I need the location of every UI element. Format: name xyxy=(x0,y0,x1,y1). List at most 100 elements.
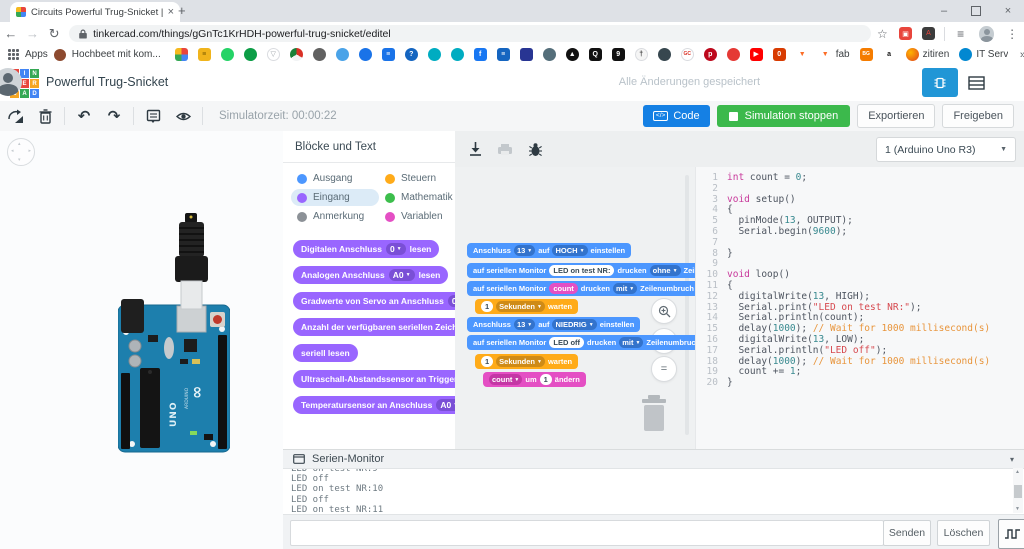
palette-block[interactable]: seriell lesen xyxy=(293,344,358,362)
circuit-view-button[interactable] xyxy=(922,68,958,97)
block-trash-dropzone[interactable] xyxy=(639,395,669,431)
serial-output[interactable]: LED on test NR:9 LED off LED on test NR:10… xyxy=(283,468,1024,515)
block-value-input[interactable]: 1 xyxy=(481,301,494,312)
block-dropdown[interactable]: Sekunden ▼ xyxy=(496,356,545,367)
apps-label[interactable]: Apps xyxy=(25,49,48,60)
code-block[interactable]: 1 Sekunden ▼ warten xyxy=(475,299,579,314)
bookmark-favicon[interactable]: 9 xyxy=(611,48,625,61)
omnibox[interactable]: tinkercad.com/things/gGnTc1KrHDH-powerfu… xyxy=(69,25,871,42)
palette-category-steuern[interactable]: Steuern xyxy=(379,170,455,187)
palette-category-mathematik[interactable]: Mathematik xyxy=(379,189,455,206)
block-value-input[interactable]: 1 xyxy=(481,356,494,367)
scroll-up-icon[interactable]: ▲ xyxy=(1015,469,1020,475)
stop-simulation-button[interactable]: Simulation stoppen xyxy=(716,105,851,127)
palette-block[interactable]: Digitalen Anschluss 0 ▼ lesen xyxy=(293,240,440,258)
bookmark-favicon[interactable]: a xyxy=(882,48,896,61)
extension-icon-red[interactable]: ▣ xyxy=(899,27,913,40)
palette-block[interactable]: Ultraschall-Abstandssensor an Trigger-An… xyxy=(293,370,455,388)
block-dropdown[interactable]: A0▼ xyxy=(436,399,455,411)
back-button[interactable]: ← xyxy=(0,26,22,41)
code-block[interactable]: count ▼ um 1 ändern xyxy=(483,372,586,387)
block-dropdown[interactable]: count ▼ xyxy=(489,374,523,385)
block-variable[interactable]: count xyxy=(549,283,578,294)
block-canvas[interactable]: = Anschluss 13 ▼ auf HOCH ▼ einstellen auf seri… xyxy=(455,167,695,449)
code-block[interactable]: auf seriellen Monitor count drucken mit ▼ Zei… xyxy=(467,281,695,296)
bookmark-label[interactable]: zitiren xyxy=(923,49,950,60)
code-block[interactable]: Anschluss 13 ▼ auf NIEDRIG ▼ einstellen xyxy=(467,317,641,332)
download-code-button[interactable] xyxy=(465,139,485,159)
reading-list-icon[interactable]: ≡ xyxy=(949,27,973,41)
collapse-chevron-icon[interactable]: ▾ xyxy=(1010,455,1014,464)
scrollbar-thumb[interactable] xyxy=(1014,485,1022,498)
circuit-workspace[interactable]: ▴ ▾ ◂ ▸ ∞ ARDUINO UNO xyxy=(0,131,284,549)
palette-block[interactable]: Temperatursensor an AnschlussA0▼ xyxy=(293,396,455,414)
bookmark-favicon[interactable]: † xyxy=(634,48,648,61)
block-dropdown[interactable]: A0▼ xyxy=(388,269,415,281)
browser-profile-avatar[interactable] xyxy=(978,25,995,42)
block-dropdown[interactable]: Sekunden ▼ xyxy=(496,301,545,312)
window-maximize-button[interactable] xyxy=(960,0,992,22)
bookmark-label[interactable]: IT Service xyxy=(976,49,1008,60)
export-button[interactable]: Exportieren xyxy=(857,104,936,128)
palette-mode-select[interactable]: Blöcke und Text xyxy=(283,131,455,163)
delete-button[interactable] xyxy=(30,101,60,131)
bookmark-favicon[interactable]: GC xyxy=(680,48,694,61)
block-dropdown[interactable]: mit ▼ xyxy=(612,283,638,294)
bookmark-favicon[interactable] xyxy=(358,48,372,61)
bookmark-favicon[interactable] xyxy=(312,48,326,61)
bookmark-label[interactable]: fab xyxy=(836,49,850,60)
bookmark-favicon[interactable] xyxy=(289,48,303,61)
bookmark-favicon[interactable]: ▼ xyxy=(795,48,809,61)
palette-category-anmerkung[interactable]: Anmerkung xyxy=(291,208,379,225)
block-value-input[interactable]: LED on test NR: xyxy=(549,265,615,276)
bookmark-favicon[interactable] xyxy=(726,48,740,61)
bookmark-favicon[interactable] xyxy=(450,48,464,61)
forward-button[interactable]: → xyxy=(22,26,44,41)
bookmark-favicon[interactable] xyxy=(174,48,188,61)
block-dropdown[interactable]: 13 ▼ xyxy=(513,319,536,330)
scroll-down-icon[interactable]: ▼ xyxy=(1015,506,1020,512)
bookmark-favicon[interactable]: ▲ xyxy=(565,48,579,61)
rotate-button[interactable] xyxy=(0,101,30,131)
zoom-in-button[interactable] xyxy=(651,298,677,324)
window-minimize-button[interactable]: – xyxy=(928,0,960,22)
canvas-scrollbar[interactable] xyxy=(685,175,689,435)
block-dropdown[interactable]: HOCH ▼ xyxy=(552,245,588,256)
code-block[interactable]: Anschluss 13 ▼ auf HOCH ▼ einstellen xyxy=(467,243,632,258)
digital-header[interactable] xyxy=(218,335,227,449)
window-close-button[interactable]: × xyxy=(992,0,1024,22)
bookmark-favicon[interactable] xyxy=(243,48,257,61)
bookmark-favicon[interactable]: p xyxy=(703,48,717,61)
print-button[interactable] xyxy=(495,139,515,159)
serial-scrollbar[interactable]: ▲ ▼ xyxy=(1013,468,1023,513)
pan-control[interactable]: ▴ ▾ ◂ ▸ xyxy=(7,138,35,166)
share-button[interactable]: Freigeben xyxy=(942,104,1014,128)
board-selector-dropdown[interactable]: 1 (Arduino Uno R3) ▼ xyxy=(876,137,1016,162)
clear-button[interactable]: Löschen xyxy=(937,520,990,546)
tab-close-icon[interactable]: × xyxy=(168,6,174,18)
block-value-input[interactable]: LED off xyxy=(549,337,585,348)
block-value-input[interactable]: 1 xyxy=(539,374,552,385)
bookmark-favicon[interactable] xyxy=(905,48,919,61)
extension-icon-pdf[interactable]: A xyxy=(922,27,935,40)
browser-menu-icon[interactable]: ⋮ xyxy=(1000,27,1024,41)
block-dropdown[interactable]: ohne ▼ xyxy=(649,265,681,276)
bookmark-favicon[interactable] xyxy=(427,48,441,61)
bookmark-favicon[interactable]: f xyxy=(473,48,487,61)
bookmark-favicon[interactable] xyxy=(335,48,349,61)
graph-view-button[interactable] xyxy=(998,519,1024,549)
bookmark-favicon[interactable]: ≡ xyxy=(381,48,395,61)
bookmark-favicon[interactable]: ? xyxy=(404,48,418,61)
bookmark-favicon[interactable]: Q xyxy=(588,48,602,61)
palette-category-ausgang[interactable]: Ausgang xyxy=(291,170,379,187)
code-block[interactable]: 1 Sekunden ▼ warten xyxy=(475,354,579,369)
bookmark-favicon[interactable] xyxy=(519,48,533,61)
code-block[interactable]: auf seriellen Monitor LED on test NR: druc… xyxy=(467,263,695,278)
browser-tab[interactable]: Circuits Powerful Trug-Snicket | T × xyxy=(10,2,180,22)
bookmark-star-icon[interactable]: ☆ xyxy=(871,27,895,41)
bookmark-favicon[interactable]: ▼ xyxy=(818,48,832,61)
bookmark-favicon[interactable]: ▽ xyxy=(266,48,280,61)
block-dropdown[interactable]: NIEDRIG ▼ xyxy=(552,319,597,330)
bookmark-favicon[interactable]: ≡ xyxy=(496,48,510,61)
block-dropdown[interactable]: 13 ▼ xyxy=(513,245,536,256)
